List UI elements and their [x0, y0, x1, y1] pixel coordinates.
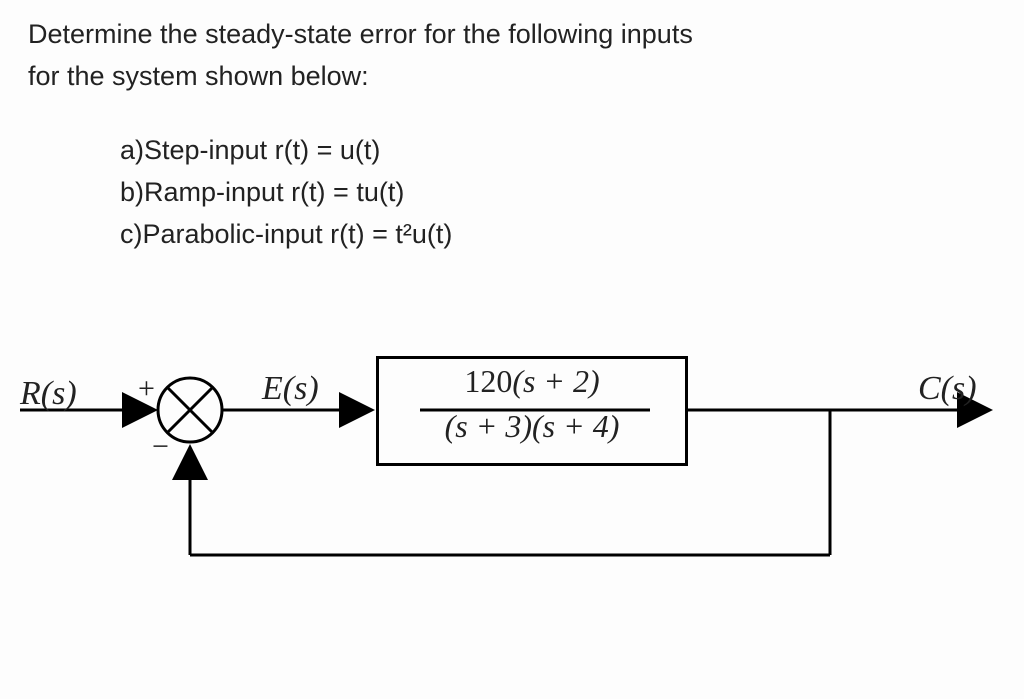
part-a: a)Step-input r(t) = u(t): [120, 130, 452, 172]
input-signal-label: R(s): [20, 375, 77, 413]
tf-zero-term: (s + 2): [512, 363, 599, 399]
tf-gain: 120: [464, 363, 512, 399]
part-b: b)Ramp-input r(t) = tu(t): [120, 172, 452, 214]
error-signal-label: E(s): [262, 370, 319, 408]
question-line2: for the system shown below:: [28, 61, 369, 91]
question-line1: Determine the steady-state error for the…: [28, 19, 693, 49]
transfer-function-block: 120(s + 2) (s + 3)(s + 4): [376, 356, 688, 466]
transfer-function-numerator: 120(s + 2): [379, 359, 685, 404]
part-c: c)Parabolic-input r(t) = t²u(t): [120, 214, 452, 256]
output-signal-label: C(s): [918, 370, 977, 408]
question-parts: a)Step-input r(t) = u(t) b)Ramp-input r(…: [120, 130, 452, 256]
tf-pole1: (s + 3): [445, 408, 532, 444]
tf-pole2: (s + 4): [532, 408, 619, 444]
plus-sign-label: +: [138, 372, 155, 406]
minus-sign-label: −: [152, 430, 169, 464]
block-diagram: R(s) + − E(s) 120(s + 2) (s + 3)(s + 4) …: [0, 320, 1024, 620]
question-text: Determine the steady-state error for the…: [28, 14, 996, 98]
transfer-function-denominator: (s + 3)(s + 4): [379, 404, 685, 449]
